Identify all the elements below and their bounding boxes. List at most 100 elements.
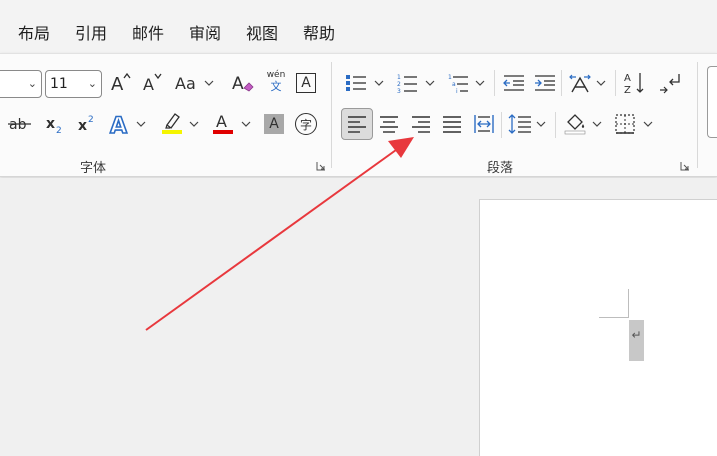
clear-formatting-icon: A [232, 74, 254, 94]
chevron-down-icon[interactable] [188, 114, 200, 134]
chevron-down-icon[interactable] [642, 114, 654, 134]
sort-button[interactable]: A Z [621, 69, 649, 97]
distributed-button[interactable] [470, 110, 498, 138]
subscript-button[interactable]: x 2 [41, 110, 69, 138]
chevron-down-icon[interactable] [240, 114, 252, 134]
chevron-down-icon: ⌄ [87, 77, 97, 90]
highlight-color-bar [162, 130, 182, 134]
distributed-icon [474, 115, 494, 133]
enclose-characters-button[interactable]: 字 [292, 110, 320, 138]
inline-separator [494, 70, 495, 96]
document-page[interactable] [479, 199, 717, 456]
menu-references[interactable]: 引用 [75, 22, 107, 46]
chevron-down-icon[interactable] [474, 73, 486, 93]
align-right-icon [412, 116, 430, 133]
margin-corner-mark [599, 317, 629, 318]
superscript-icon: x 2 [78, 115, 94, 134]
multilevel-list-button[interactable]: 1 a i [444, 69, 472, 97]
group-separator [331, 62, 332, 168]
line-spacing-button[interactable] [506, 110, 534, 138]
svg-text:1: 1 [448, 74, 452, 81]
superscript-button[interactable]: x 2 [73, 110, 101, 138]
clear-formatting-button[interactable]: A [229, 69, 257, 97]
phonetic-guide-button[interactable]: wén 文 [262, 67, 290, 95]
shading-button[interactable] [561, 109, 589, 137]
svg-text:2: 2 [397, 81, 401, 88]
svg-text:A: A [232, 74, 244, 94]
inline-separator [555, 112, 556, 138]
grow-font-icon: A [111, 72, 131, 94]
font-size-combo[interactable]: 11 ⌄ [45, 70, 102, 98]
font-size-value: 11 [50, 76, 68, 92]
chevron-down-icon[interactable] [135, 114, 147, 134]
font-dialog-launcher-icon[interactable] [316, 161, 326, 171]
svg-text:A: A [216, 112, 227, 131]
phonetic-bottom: 文 [270, 80, 282, 93]
align-center-icon [380, 116, 398, 133]
margin-corner-mark [628, 289, 629, 318]
multilevel-list-icon: 1 a i [448, 74, 468, 94]
menu-review[interactable]: 审阅 [189, 22, 221, 46]
font-color-button[interactable]: A [209, 109, 237, 137]
text-effects-button[interactable]: A [106, 110, 134, 138]
character-border-button[interactable]: A [292, 69, 320, 97]
group-separator [697, 62, 698, 168]
align-right-button[interactable] [407, 110, 435, 138]
svg-text:Aa: Aa [175, 74, 196, 93]
line-spacing-icon [508, 114, 531, 134]
subscript-icon: x 2 [46, 116, 62, 135]
numbering-button[interactable]: 1 2 3 [393, 69, 421, 97]
svg-text:x: x [78, 118, 87, 134]
font-name-combo[interactable]: ⌄ [0, 70, 42, 98]
menu-mailings[interactable]: 邮件 [132, 22, 164, 46]
svg-text:i: i [456, 88, 458, 94]
bullets-button[interactable] [342, 69, 370, 97]
borders-button[interactable] [611, 110, 639, 138]
character-shading-button[interactable]: A [260, 110, 288, 138]
styles-gallery-edge[interactable] [707, 66, 717, 138]
grow-font-button[interactable]: A [107, 69, 135, 97]
chevron-down-icon[interactable] [424, 73, 436, 93]
text-direction-button[interactable] [566, 69, 594, 97]
chevron-down-icon: ⌄ [27, 77, 37, 90]
justify-button[interactable] [438, 110, 466, 138]
increase-indent-button[interactable] [531, 69, 559, 97]
align-center-button[interactable] [375, 110, 403, 138]
show-hide-marks-button[interactable] [656, 69, 684, 97]
svg-text:a: a [452, 81, 456, 88]
bullet-list-icon [346, 75, 366, 91]
text-effects-icon: A [109, 113, 128, 136]
sort-az-icon: A Z [624, 73, 644, 95]
shrink-font-icon: A [143, 73, 162, 94]
svg-text:3: 3 [397, 88, 401, 94]
menu-view[interactable]: 视图 [246, 22, 278, 46]
menu-bar: 布局 引用 邮件 审阅 视图 帮助 [0, 0, 717, 58]
font-color-icon: A [213, 112, 233, 134]
chevron-down-icon[interactable] [203, 73, 215, 93]
align-left-button[interactable] [341, 108, 373, 140]
menu-layout[interactable]: 布局 [18, 22, 50, 46]
paragraph-mark: ↵ [629, 320, 644, 361]
paragraph-dialog-launcher-icon[interactable] [680, 161, 690, 171]
font-color-bar [213, 130, 233, 134]
chevron-down-icon[interactable] [591, 114, 603, 134]
highlighter-icon [162, 113, 182, 134]
paint-bucket-icon [564, 114, 586, 135]
inline-separator [561, 70, 562, 96]
svg-text:x: x [46, 116, 55, 132]
strikethrough-icon: ab [8, 117, 31, 133]
decrease-indent-button[interactable] [500, 69, 528, 97]
chevron-down-icon[interactable] [595, 73, 607, 93]
change-case-button[interactable]: Aa [174, 69, 204, 97]
svg-text:2: 2 [56, 126, 62, 135]
chevron-down-icon[interactable] [535, 114, 547, 134]
strikethrough-button[interactable]: ab [6, 110, 34, 138]
shrink-font-button[interactable]: A [139, 69, 167, 97]
enclose-characters-icon: 字 [295, 113, 317, 135]
chevron-down-icon[interactable] [373, 73, 385, 93]
highlight-button[interactable] [158, 109, 186, 137]
menu-help[interactable]: 帮助 [303, 22, 335, 46]
paragraph-group-label: 段落 [487, 161, 514, 176]
numbered-list-icon: 1 2 3 [397, 74, 417, 94]
ribbon: ⌄ 11 ⌄ A A Aa A wén 文 A ab x 2 x 2 A A A… [0, 53, 717, 177]
